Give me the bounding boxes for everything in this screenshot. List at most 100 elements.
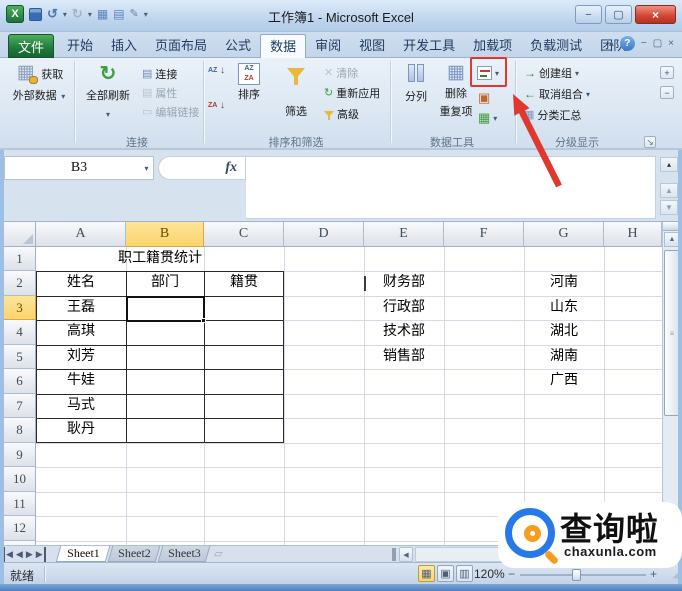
get-external-data-button[interactable]: ▦ 获取 外部数据 ▾ xyxy=(10,62,68,104)
normal-view-icon[interactable]: ▦ xyxy=(418,565,435,582)
cell-g3[interactable]: 山东 xyxy=(524,296,604,320)
row-header-1[interactable]: 1 xyxy=(4,247,36,271)
formula-scroll-down-icon[interactable]: ▼ xyxy=(660,200,678,215)
create-group-button[interactable]: → 创建组 ▾ xyxy=(524,65,579,81)
cell-a8[interactable]: 耿丹 xyxy=(36,418,126,443)
what-if-analysis-button[interactable]: ▦ ▾ xyxy=(478,111,497,125)
refresh-all-button[interactable]: ↻ 全部刷新 ▾ xyxy=(80,62,136,122)
cell-a6[interactable]: 牛娃 xyxy=(36,369,126,394)
next-sheet-icon[interactable]: ▶ xyxy=(26,547,33,562)
row-header-9[interactable]: 9 xyxy=(4,443,36,467)
ungroup-button[interactable]: ← 取消组合 ▾ xyxy=(524,86,590,102)
sheet-tab-sheet2[interactable]: Sheet2 xyxy=(108,546,161,562)
row-header-3[interactable]: 3 xyxy=(4,296,36,320)
row-header-4[interactable]: 4 xyxy=(4,320,36,345)
minimize-button[interactable]: − xyxy=(575,5,602,24)
column-header-b[interactable]: B xyxy=(126,222,204,247)
column-header-c[interactable]: C xyxy=(204,222,284,247)
formula-bar-collapse-icon[interactable]: ▴ xyxy=(660,157,678,172)
tab-review[interactable]: 审阅 xyxy=(306,34,350,58)
cell-e5[interactable]: 销售部 xyxy=(364,345,444,369)
maximize-button[interactable]: ▢ xyxy=(605,5,632,24)
tab-data[interactable]: 数据 xyxy=(260,34,306,58)
cell-b2[interactable]: 部门 xyxy=(126,271,204,296)
zoom-slider-thumb[interactable] xyxy=(572,569,581,581)
prev-sheet-icon[interactable]: ◀ xyxy=(16,547,23,562)
tab-page-layout[interactable]: 页面布局 xyxy=(146,34,216,58)
cell-a3[interactable]: 王磊 xyxy=(36,296,126,320)
cell-a2[interactable]: 姓名 xyxy=(36,271,126,296)
outline-dialog-launcher[interactable]: ↘ xyxy=(644,136,656,148)
consolidate-button[interactable]: ▣ xyxy=(478,91,490,105)
hscroll-left-icon[interactable]: ◀ xyxy=(399,547,413,562)
cell-a4[interactable]: 高琪 xyxy=(36,320,126,345)
cell-g4[interactable]: 湖北 xyxy=(524,320,604,345)
tab-formulas[interactable]: 公式 xyxy=(216,34,260,58)
column-header-h[interactable]: H xyxy=(604,222,662,247)
row-header-2[interactable]: 2 xyxy=(4,271,36,296)
sheet-tab-sheet1[interactable]: Sheet1 xyxy=(56,546,111,562)
row-header-10[interactable]: 10 xyxy=(4,467,36,492)
cell-g6[interactable]: 广西 xyxy=(524,369,604,394)
cell-a7[interactable]: 马式 xyxy=(36,394,126,418)
tab-insert[interactable]: 插入 xyxy=(102,34,146,58)
cell-e2[interactable]: 财务部 xyxy=(364,271,444,296)
tab-developer[interactable]: 开发工具 xyxy=(394,34,464,58)
text-to-columns-button[interactable]: 分列 xyxy=(396,64,436,105)
column-header-g[interactable]: G xyxy=(524,222,604,247)
tab-load-test[interactable]: 负载测试 xyxy=(521,34,591,58)
hide-detail-button[interactable]: − xyxy=(660,86,674,99)
cell-a5[interactable]: 刘芳 xyxy=(36,345,126,369)
book-restore-icon[interactable]: ▢ xyxy=(653,36,662,51)
formula-input[interactable] xyxy=(246,156,656,219)
tab-addins[interactable]: 加载项 xyxy=(464,34,521,58)
sort-descending-button[interactable]: ZA ↓ xyxy=(208,100,225,111)
name-box-dropdown-icon[interactable]: ▾ xyxy=(140,157,153,179)
zoom-in-icon[interactable]: + xyxy=(650,567,657,581)
reapply-button[interactable]: ↻ 重新应用 xyxy=(324,85,380,101)
zoom-out-icon[interactable]: − xyxy=(508,567,515,581)
cell-g5[interactable]: 湖南 xyxy=(524,345,604,369)
row-header-12[interactable]: 12 xyxy=(4,516,36,541)
formula-scroll-up-icon[interactable]: ▲ xyxy=(660,183,678,198)
tab-view[interactable]: 视图 xyxy=(350,34,394,58)
page-layout-view-icon[interactable]: ▣ xyxy=(437,565,454,582)
show-detail-button[interactable]: + xyxy=(660,66,674,79)
row-header-5[interactable]: 5 xyxy=(4,345,36,369)
row-header-6[interactable]: 6 xyxy=(4,369,36,394)
selected-cell-b3[interactable] xyxy=(126,296,205,322)
sort-button[interactable]: AZZA 排序 xyxy=(228,63,270,103)
collapse-ribbon-icon[interactable]: ▴ xyxy=(609,36,614,51)
tab-file[interactable]: 文件 xyxy=(8,34,54,58)
row-header-7[interactable]: 7 xyxy=(4,394,36,418)
help-icon[interactable]: ? xyxy=(620,36,635,51)
column-header-a[interactable]: A xyxy=(36,222,126,247)
subtotal-button[interactable]: ▦ 分类汇总 xyxy=(524,107,581,123)
close-button[interactable]: × xyxy=(635,5,676,24)
cell-e3[interactable]: 行政部 xyxy=(364,296,444,320)
row-header-11[interactable]: 11 xyxy=(4,492,36,516)
book-close-icon[interactable]: × xyxy=(668,36,674,51)
zoom-slider-track[interactable] xyxy=(520,574,646,576)
connections-button[interactable]: ▤ 连接 xyxy=(142,66,177,82)
first-sheet-icon[interactable]: ◀ xyxy=(3,547,13,562)
tab-home[interactable]: 开始 xyxy=(58,34,102,58)
sort-ascending-button[interactable]: AZ ↓ xyxy=(208,65,225,76)
fill-handle[interactable] xyxy=(201,318,206,323)
tab-split-handle[interactable] xyxy=(392,548,396,561)
cell-c2[interactable]: 籍贯 xyxy=(204,271,284,296)
select-all-corner[interactable] xyxy=(4,222,36,247)
insert-worksheet-icon[interactable]: ▱ xyxy=(214,547,222,560)
name-box[interactable]: B3 xyxy=(4,156,154,180)
advanced-filter-button[interactable]: 高级 xyxy=(324,106,359,122)
insert-function-button[interactable]: fx xyxy=(158,156,246,180)
filter-button[interactable]: 筛选 xyxy=(276,66,316,120)
column-header-e[interactable]: E xyxy=(364,222,444,247)
zoom-level[interactable]: 120% xyxy=(474,567,505,581)
page-break-view-icon[interactable]: ▥ xyxy=(456,565,473,582)
row-header-8[interactable]: 8 xyxy=(4,418,36,443)
column-header-d[interactable]: D xyxy=(284,222,364,247)
cell-e4[interactable]: 技术部 xyxy=(364,320,444,345)
column-header-f[interactable]: F xyxy=(444,222,524,247)
cell-a1-title[interactable]: 职工籍贯统计 xyxy=(36,247,284,271)
